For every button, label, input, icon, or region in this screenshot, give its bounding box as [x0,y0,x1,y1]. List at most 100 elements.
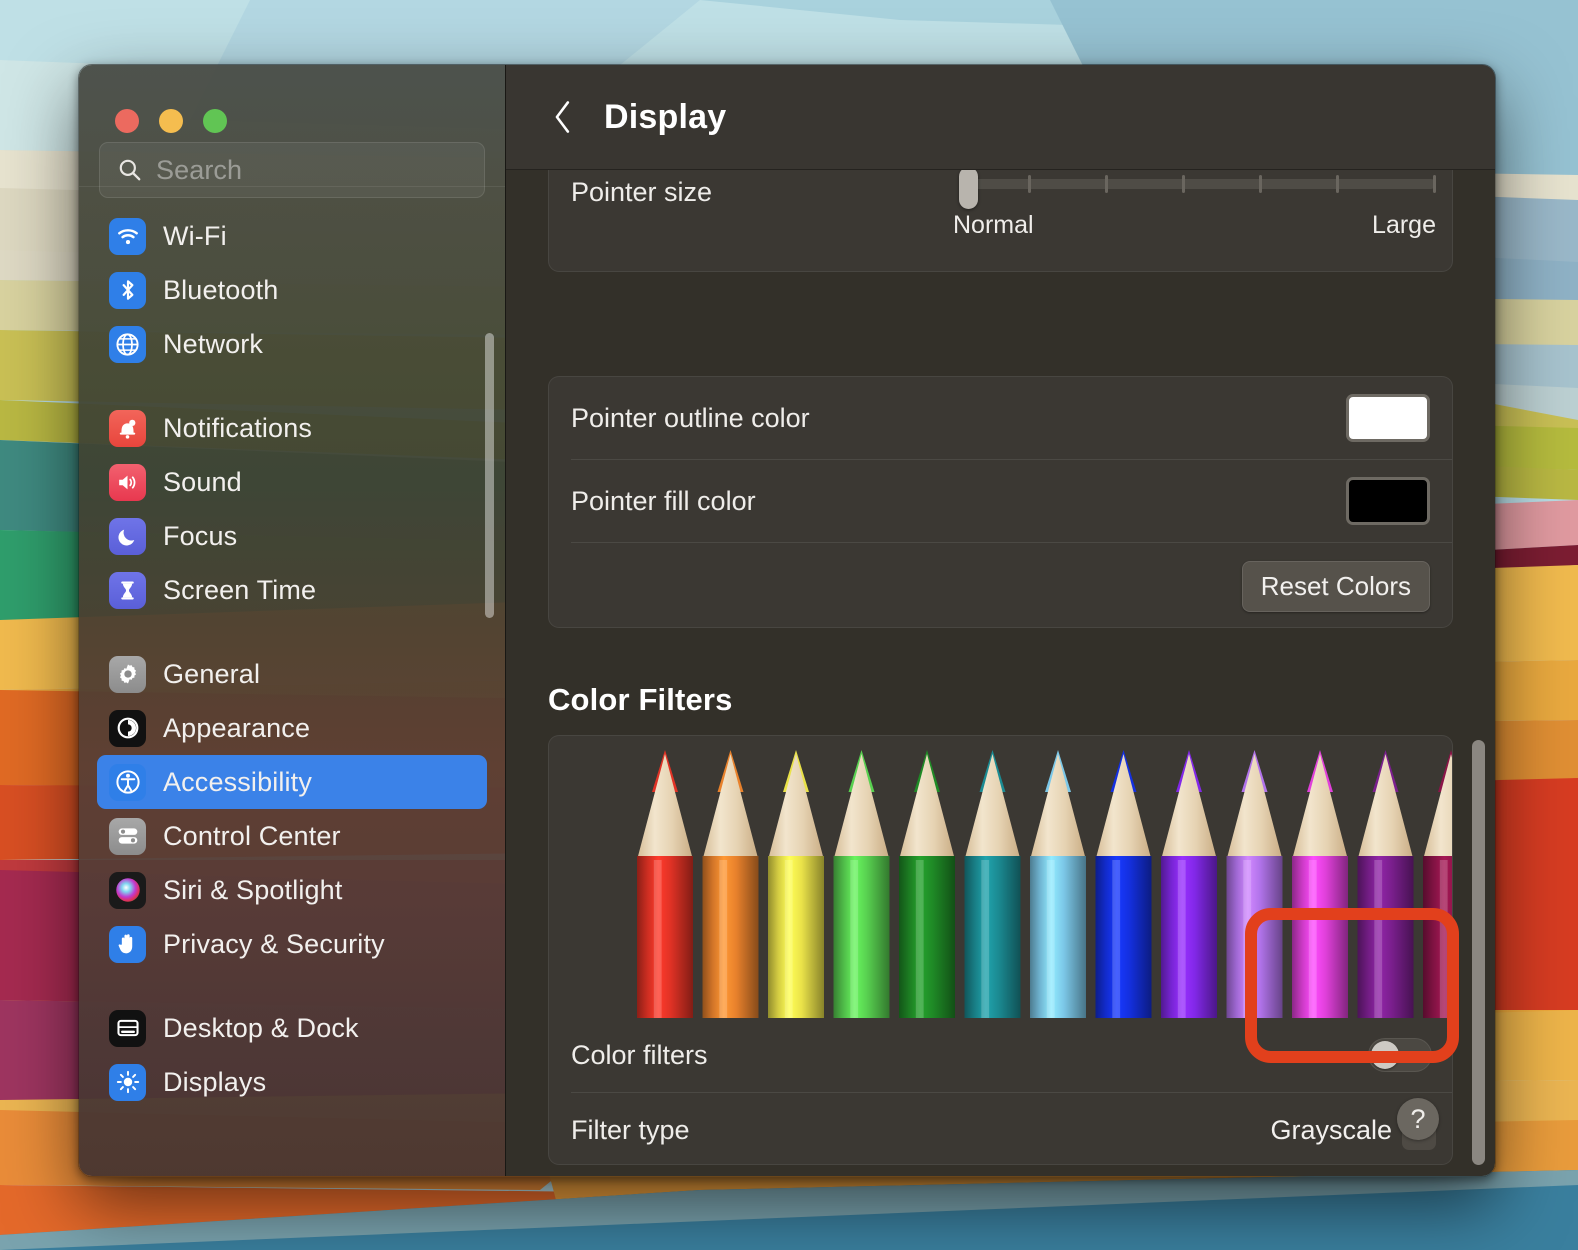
pointer-fill-color-row: Pointer fill color [549,460,1452,542]
hourglass-icon [109,571,146,609]
detail-scroll-area: Pointer size Normal Large Pointer outlin… [506,170,1495,1176]
slider-max-label: Large [1372,211,1436,239]
sidebar-item-displays[interactable]: Displays [97,1055,487,1109]
detail-pane: Display Pointer size Normal Large Pointe… [505,65,1495,1176]
back-button[interactable] [548,97,578,137]
siri-icon [109,871,146,909]
speaker-icon [109,463,146,501]
sidebar-item-focus[interactable]: Focus [97,509,487,563]
colored-pencils-preview [549,736,1452,1018]
color-filters-toggle[interactable] [1368,1038,1432,1072]
sidebar-scrollbar-thumb[interactable] [485,333,494,618]
accessibility-icon [109,763,146,801]
sidebar-item-siri-spotlight[interactable]: Siri & Spotlight [97,863,487,917]
sidebar-item-label: Screen Time [163,574,317,605]
color-filters-card: Color filters Filter type Grayscale [548,735,1453,1165]
slider-tick [1259,175,1263,193]
sidebar-item-accessibility[interactable]: Accessibility [97,755,487,809]
slider-thumb[interactable] [959,170,978,209]
sidebar-item-appearance[interactable]: Appearance [97,701,487,755]
sidebar-item-general[interactable]: General [97,647,487,701]
sidebar-item-bluetooth[interactable]: Bluetooth [97,263,487,317]
pointer-size-row: Pointer size Normal Large [549,170,1452,269]
sidebar-item-control-center[interactable]: Control Center [97,809,487,863]
slider-tick [1028,175,1032,193]
wifi-icon [109,217,146,255]
sidebar-item-label: Notifications [163,412,313,443]
slider-min-label: Normal [953,211,1034,239]
hand-icon [109,925,146,963]
sidebar-item-label: Focus [163,520,238,551]
sidebar-group-system: General Appearance Accessibility Control… [97,647,487,971]
page-title: Display [604,97,727,136]
detail-scrollbar-thumb[interactable] [1472,740,1485,1165]
sidebar-item-wi-fi[interactable]: Wi-Fi [97,209,487,263]
reset-colors-row: Reset Colors [549,543,1452,629]
pointer-colors-card: Pointer outline color Pointer fill color… [548,376,1453,628]
bell-icon [109,409,146,447]
filter-type-value: Grayscale [1270,1114,1392,1145]
reset-colors-button[interactable]: Reset Colors [1241,560,1430,612]
color-filters-label: Color filters [571,1039,708,1070]
pointer-size-slider[interactable]: Normal Large [953,170,1437,241]
filter-type-row: Filter type Grayscale [549,1093,1452,1167]
gear-icon [109,655,146,693]
moon-icon [109,517,146,555]
sidebar-item-label: Accessibility [163,766,312,797]
sidebar-item-screen-time[interactable]: Screen Time [97,563,487,617]
help-button[interactable]: ? [1397,1098,1439,1140]
globe-icon [109,325,146,363]
sidebar-item-label: Privacy & Security [163,928,385,959]
sidebar-item-sound[interactable]: Sound [97,455,487,509]
pointer-fill-color-label: Pointer fill color [571,485,756,516]
slider-tick [1105,175,1109,193]
desktop-dock-icon [109,1009,146,1047]
filter-type-label: Filter type [571,1114,690,1145]
sidebar-toolbar: Search [79,65,505,198]
pointer-outline-color-label: Pointer outline color [571,402,810,433]
search-icon [119,159,141,181]
color-filters-section-title: Color Filters [548,682,733,717]
pointer-size-card: Pointer size Normal Large [548,170,1453,272]
control-center-icon [109,817,146,855]
sidebar-item-label: Network [163,328,264,359]
slider-track[interactable] [959,170,1437,209]
chevron-left-icon [555,101,570,133]
minimize-button[interactable] [159,109,183,133]
slider-tick [1182,175,1186,193]
slider-tick [1336,175,1340,193]
sidebar-item-privacy-security[interactable]: Privacy & Security [97,917,487,971]
sidebar-item-label: Wi-Fi [163,220,227,251]
sidebar-item-label: Bluetooth [163,274,279,305]
bluetooth-icon [109,271,146,309]
slider-tick [1433,175,1437,193]
sidebar-item-label: Control Center [163,820,341,851]
sidebar-group-connectivity: Wi-Fi Bluetooth Network [97,209,487,371]
sidebar-item-label: Displays [163,1066,267,1097]
search-placeholder: Search [156,154,243,185]
color-filters-toggle-row: Color filters [549,1018,1452,1092]
sidebar-item-desktop-dock[interactable]: Desktop & Dock [97,1001,487,1055]
zoom-button[interactable] [203,109,227,133]
window-traffic-lights [115,109,227,133]
system-settings-window: Search Wi-Fi Bluetooth Network Notificat… [78,64,1496,1177]
sidebar-group-alerts: Notifications Sound Focus Screen Time [97,401,487,617]
pointer-fill-color-well[interactable] [1346,477,1430,525]
sidebar-item-network[interactable]: Network [97,317,487,371]
pointer-size-label: Pointer size [571,177,713,207]
detail-header: Display [506,65,1495,170]
sidebar-item-label: Desktop & Dock [163,1012,359,1043]
pointer-outline-color-well[interactable] [1346,394,1430,442]
sidebar-group-desktop: Desktop & Dock Displays [97,1001,487,1109]
sidebar-item-notifications[interactable]: Notifications [97,401,487,455]
slider-labels: Normal Large [953,211,1436,241]
sidebar-item-label: Appearance [163,712,311,743]
close-button[interactable] [115,109,139,133]
sidebar: Search Wi-Fi Bluetooth Network Notificat… [79,65,505,1176]
sidebar-nav-list: Wi-Fi Bluetooth Network Notifications So… [79,187,505,1176]
sidebar-item-label: General [163,658,261,689]
appearance-icon [109,709,146,747]
pointer-outline-color-row: Pointer outline color [549,377,1452,459]
brightness-icon [109,1063,146,1101]
toggle-knob [1371,1041,1399,1069]
